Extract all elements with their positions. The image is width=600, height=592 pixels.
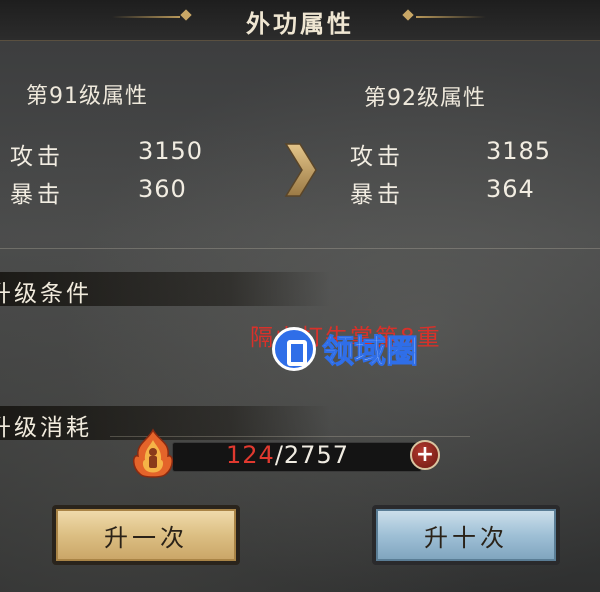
add-material-button[interactable]: + bbox=[410, 440, 440, 470]
upgrade-once-label: 升一次 bbox=[104, 523, 188, 552]
cost-required: 2757 bbox=[283, 441, 349, 469]
upgrade-once-button[interactable]: 升一次 bbox=[52, 505, 240, 565]
title-decoration-right bbox=[416, 16, 486, 18]
page-title: 外功属性 bbox=[246, 10, 354, 38]
watermark-logo-icon bbox=[272, 327, 316, 371]
conditions-title: 升级条件 bbox=[0, 281, 92, 307]
current-stat-attack-name: 攻击 bbox=[10, 144, 64, 170]
next-level-label: 第92级属性 bbox=[364, 86, 486, 111]
flame-figure-icon bbox=[133, 428, 173, 478]
cost-separator: / bbox=[274, 441, 284, 469]
cost-current: 124 bbox=[226, 441, 275, 469]
next-stat-attack-name: 攻击 bbox=[350, 144, 404, 170]
next-stat-crit-name: 暴击 bbox=[350, 182, 404, 208]
current-stat-crit-name: 暴击 bbox=[10, 182, 64, 208]
cost-amount: 124/2757 bbox=[226, 441, 349, 469]
next-stat-crit-value: 364 bbox=[486, 175, 535, 203]
next-stat-attack-value: 3185 bbox=[486, 137, 552, 165]
current-level-label: 第91级属性 bbox=[26, 84, 148, 109]
stats-divider bbox=[0, 248, 600, 249]
cost-title: 升级消耗 bbox=[0, 415, 92, 441]
watermark-text: 领域圈 bbox=[321, 332, 419, 371]
current-stat-attack-value: 3150 bbox=[138, 137, 204, 165]
current-stat-crit-value: 360 bbox=[138, 175, 187, 203]
upgrade-ten-label: 升十次 bbox=[424, 523, 508, 552]
watermark: 领域圈 bbox=[272, 322, 472, 376]
upgrade-ten-button[interactable]: 升十次 bbox=[372, 505, 560, 565]
chevron-right-icon bbox=[284, 143, 317, 197]
